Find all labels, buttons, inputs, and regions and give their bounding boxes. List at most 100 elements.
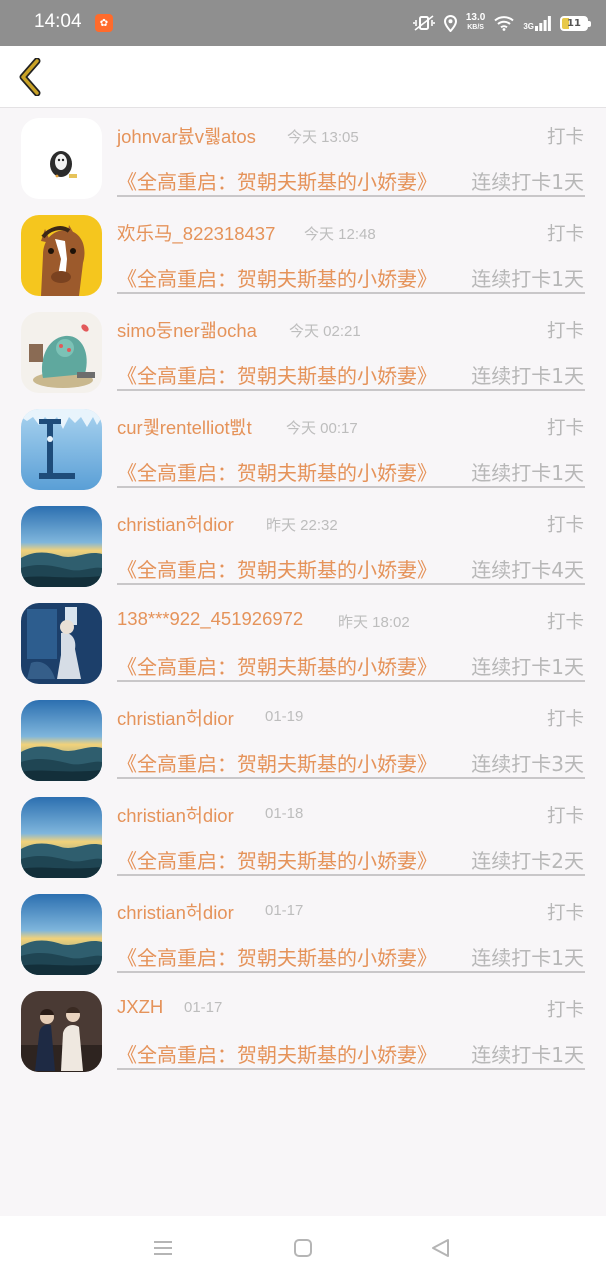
list-item[interactable]: cur퀯rentelliot삜t 今天 00:17 打卡 《全高重启：贺朝夫斯基… bbox=[0, 401, 606, 498]
username[interactable]: cur퀯rentelliot삜t bbox=[117, 414, 252, 440]
avatar[interactable] bbox=[21, 215, 102, 296]
row-divider bbox=[117, 777, 585, 779]
list-item[interactable]: christian허dior 昨天 22:32 打卡 《全高重启：贺朝夫斯基的小… bbox=[0, 498, 606, 595]
checkin-time: 昨天 18:02 bbox=[338, 614, 410, 631]
username[interactable]: christian허dior bbox=[117, 802, 234, 828]
checkin-time: 今天 13:05 bbox=[287, 129, 359, 146]
book-title[interactable]: 《全高重启：贺朝夫斯基的小娇妻》 bbox=[117, 651, 437, 680]
avatar[interactable] bbox=[21, 409, 102, 490]
book-title[interactable]: 《全高重启：贺朝夫斯基的小娇妻》 bbox=[117, 1039, 437, 1068]
row-divider bbox=[117, 195, 585, 197]
checkin-tag: 打卡 bbox=[546, 224, 584, 245]
avatar[interactable] bbox=[21, 894, 102, 975]
book-title[interactable]: 《全高重启：贺朝夫斯基的小娇妻》 bbox=[117, 166, 437, 195]
row-divider bbox=[117, 583, 585, 585]
checkin-time: 01-18 bbox=[265, 805, 304, 822]
streak-count: 连续打卡1天 bbox=[471, 267, 584, 291]
list-item[interactable]: christian허dior 01-17 打卡 《全高重启：贺朝夫斯基的小娇妻》… bbox=[0, 886, 606, 983]
streak-count: 连续打卡4天 bbox=[471, 558, 584, 582]
list-item[interactable]: JXZH 01-17 打卡 《全高重启：贺朝夫斯基的小娇妻》 连续打卡1天 bbox=[0, 983, 606, 1080]
book-title[interactable]: 《全高重启：贺朝夫斯基的小娇妻》 bbox=[117, 360, 437, 389]
speed-value: 13.0 bbox=[465, 12, 486, 23]
row-divider bbox=[117, 680, 585, 682]
book-title[interactable]: 《全高重启：贺朝夫斯基的小娇妻》 bbox=[117, 845, 437, 874]
book-title[interactable]: 《全高重启：贺朝夫斯基的小娇妻》 bbox=[117, 942, 437, 971]
avatar[interactable] bbox=[21, 506, 102, 587]
checkin-tag: 打卡 bbox=[546, 127, 584, 148]
streak-count: 连续打卡1天 bbox=[471, 655, 584, 679]
nav-back-button[interactable] bbox=[428, 1236, 452, 1260]
book-title[interactable]: 《全高重启：贺朝夫斯基的小娇妻》 bbox=[117, 748, 437, 777]
status-time: 14:04 bbox=[34, 11, 82, 32]
checkin-time: 今天 02:21 bbox=[289, 323, 361, 340]
avatar[interactable] bbox=[21, 603, 102, 684]
book-title[interactable]: 《全高重启：贺朝夫斯基的小娇妻》 bbox=[117, 457, 437, 486]
checkin-time: 今天 12:48 bbox=[304, 226, 376, 243]
back-triangle-icon bbox=[432, 1239, 449, 1257]
checkin-time: 01-17 bbox=[184, 999, 223, 1016]
streak-count: 连续打卡1天 bbox=[471, 461, 584, 485]
top-app-bar bbox=[0, 46, 606, 108]
checkin-tag: 打卡 bbox=[546, 903, 584, 924]
checkin-tag: 打卡 bbox=[546, 709, 584, 730]
signal-icon bbox=[535, 15, 551, 31]
location-icon bbox=[443, 14, 457, 32]
network-speed: 13.0 KB/S bbox=[466, 13, 485, 33]
streak-count: 连续打卡1天 bbox=[471, 946, 584, 970]
avatar[interactable] bbox=[21, 797, 102, 878]
checkin-tag: 打卡 bbox=[546, 321, 584, 342]
streak-count: 连续打卡3天 bbox=[471, 752, 584, 776]
system-nav-bar bbox=[0, 1216, 606, 1280]
avatar[interactable] bbox=[21, 312, 102, 393]
recent-apps-button[interactable] bbox=[151, 1236, 175, 1260]
avatar[interactable] bbox=[21, 991, 102, 1072]
network-type: 3G bbox=[523, 21, 534, 31]
book-title[interactable]: 《全高重启：贺朝夫斯基的小娇妻》 bbox=[117, 263, 437, 292]
list-item[interactable]: christian허dior 01-18 打卡 《全高重启：贺朝夫斯基的小娇妻》… bbox=[0, 789, 606, 886]
battery-level: 11 bbox=[567, 17, 581, 29]
username[interactable]: johnvar뷼v뤯atos bbox=[117, 123, 256, 149]
username[interactable]: 欢乐马_822318437 bbox=[117, 220, 275, 246]
row-divider bbox=[117, 389, 585, 391]
battery-icon: 11 bbox=[560, 15, 591, 31]
app-notification-icon: ✿ bbox=[95, 14, 113, 32]
streak-count: 连续打卡1天 bbox=[471, 1043, 584, 1067]
list-item[interactable]: christian허dior 01-19 打卡 《全高重启：贺朝夫斯基的小娇妻》… bbox=[0, 692, 606, 789]
avatar[interactable] bbox=[21, 118, 102, 199]
back-button[interactable] bbox=[10, 54, 50, 100]
menu-icon bbox=[154, 1241, 172, 1255]
checkin-time: 今天 00:17 bbox=[286, 420, 358, 437]
row-divider bbox=[117, 971, 585, 973]
speed-unit: KB/S bbox=[467, 24, 484, 31]
username[interactable]: 138***922_451926972 bbox=[117, 608, 303, 630]
streak-count: 连续打卡1天 bbox=[471, 170, 584, 194]
username[interactable]: simo둥ner괢ocha bbox=[117, 317, 257, 343]
checkin-tag: 打卡 bbox=[546, 806, 584, 827]
home-square-icon bbox=[294, 1239, 312, 1257]
list-item[interactable]: 欢乐马_822318437 今天 12:48 打卡 《全高重启：贺朝夫斯基的小娇… bbox=[0, 207, 606, 304]
username[interactable]: christian허dior bbox=[117, 705, 234, 731]
username[interactable]: christian허dior bbox=[117, 511, 234, 537]
vibrate-icon bbox=[413, 15, 435, 31]
row-divider bbox=[117, 292, 585, 294]
checkin-tag: 打卡 bbox=[546, 515, 584, 536]
list-item[interactable]: simo둥ner괢ocha 今天 02:21 打卡 《全高重启：贺朝夫斯基的小娇… bbox=[0, 304, 606, 401]
avatar[interactable] bbox=[21, 700, 102, 781]
checkin-tag: 打卡 bbox=[546, 1000, 584, 1021]
checkin-time: 01-17 bbox=[265, 902, 304, 919]
home-button[interactable] bbox=[291, 1236, 315, 1260]
username[interactable]: christian허dior bbox=[117, 899, 234, 925]
list-item[interactable]: 138***922_451926972 昨天 18:02 打卡 《全高重启：贺朝… bbox=[0, 595, 606, 692]
streak-count: 连续打卡1天 bbox=[471, 364, 584, 388]
checkin-tag: 打卡 bbox=[546, 418, 584, 439]
book-title[interactable]: 《全高重启：贺朝夫斯基的小娇妻》 bbox=[117, 554, 437, 583]
wifi-icon bbox=[494, 16, 514, 31]
checkin-tag: 打卡 bbox=[546, 612, 584, 633]
checkin-time: 01-19 bbox=[265, 708, 304, 725]
checkin-list: johnvar뷼v뤯atos 今天 13:05 打卡 《全高重启：贺朝夫斯基的小… bbox=[0, 110, 606, 1080]
username[interactable]: JXZH bbox=[117, 996, 163, 1018]
row-divider bbox=[117, 874, 585, 876]
list-item[interactable]: johnvar뷼v뤯atos 今天 13:05 打卡 《全高重启：贺朝夫斯基的小… bbox=[0, 110, 606, 207]
row-divider bbox=[117, 1068, 585, 1070]
streak-count: 连续打卡2天 bbox=[471, 849, 584, 873]
